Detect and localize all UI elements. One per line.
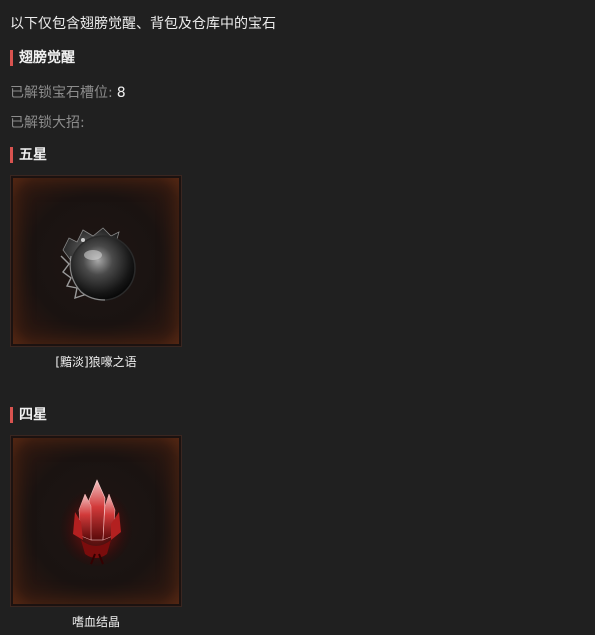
unlocked-gem-slots-label: 已解锁宝石槽位:: [10, 85, 113, 101]
unlocked-gem-slots: 已解锁宝石槽位: 8: [10, 82, 126, 102]
wolf-orb-icon: [60, 227, 136, 301]
blood-crystal-icon: [58, 479, 134, 566]
gem-card-wolf-howl[interactable]: [黯淡]狼嚎之语: [10, 175, 182, 370]
intro-text: 以下仅包含翅膀觉醒、背包及仓库中的宝石: [10, 16, 276, 32]
unlocked-ultimate-label: 已解锁大招:: [10, 115, 85, 131]
section-four-star-title: 四星: [10, 406, 47, 424]
gem-name: 嗜血结晶: [71, 615, 120, 629]
unlocked-gem-slots-value: 8: [116, 85, 126, 101]
gem-frame: [10, 175, 182, 347]
unlocked-ultimate: 已解锁大招:: [10, 112, 85, 132]
section-wing-awakening-title: 翅膀觉醒: [10, 49, 75, 67]
gem-card-bloodthirst-crystal[interactable]: 嗜血结晶: [10, 435, 182, 630]
gem-frame: [10, 435, 182, 607]
section-five-star-title: 五星: [10, 146, 47, 164]
gem-name: [黯淡]狼嚎之语: [55, 355, 137, 369]
